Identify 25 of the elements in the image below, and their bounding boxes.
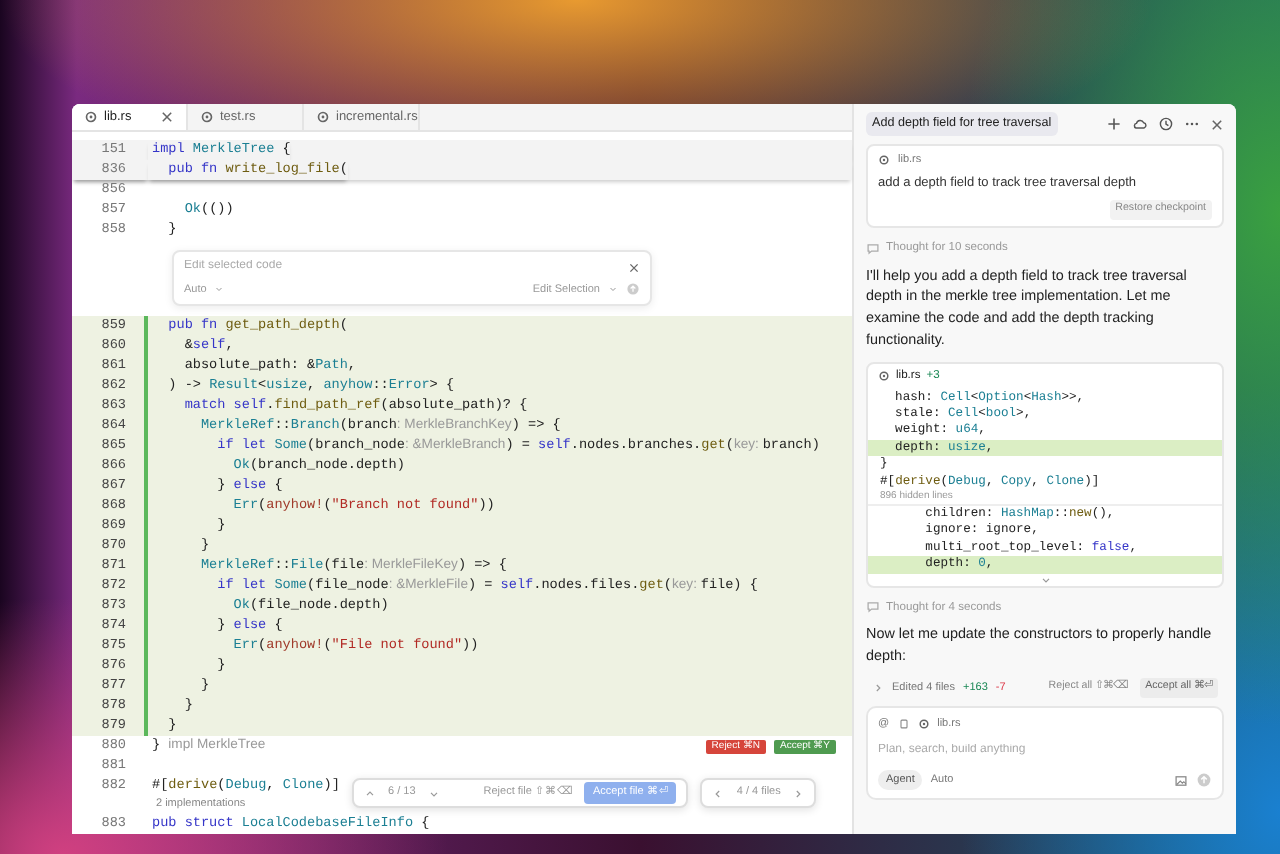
chevron-up-icon[interactable]	[364, 787, 376, 799]
caret-icon	[214, 284, 225, 295]
caret-icon	[608, 284, 618, 295]
history-icon[interactable]	[1158, 116, 1174, 132]
image-icon[interactable]	[1174, 773, 1188, 788]
close-icon[interactable]	[1210, 117, 1224, 131]
thought-icon	[866, 600, 880, 615]
file-icon	[878, 370, 890, 383]
send-icon[interactable]	[626, 282, 640, 297]
thought-icon	[866, 241, 880, 256]
plus-icon[interactable]	[1106, 116, 1122, 132]
close-icon[interactable]	[160, 110, 174, 124]
chevron-left-icon[interactable]	[712, 787, 725, 799]
chevron-down-icon[interactable]	[427, 787, 440, 799]
chevron-right-icon[interactable]	[872, 681, 884, 694]
chevron-down-icon[interactable]	[1039, 573, 1051, 586]
close-icon[interactable]	[628, 261, 640, 273]
file-icon	[200, 110, 214, 124]
file-icon	[84, 110, 98, 124]
cloud-icon[interactable]	[1132, 116, 1148, 132]
file-icon	[316, 110, 330, 124]
send-icon[interactable]	[1196, 772, 1212, 789]
file-icon	[878, 154, 890, 167]
chevron-right-icon[interactable]	[792, 787, 805, 799]
file-icon	[917, 717, 930, 730]
